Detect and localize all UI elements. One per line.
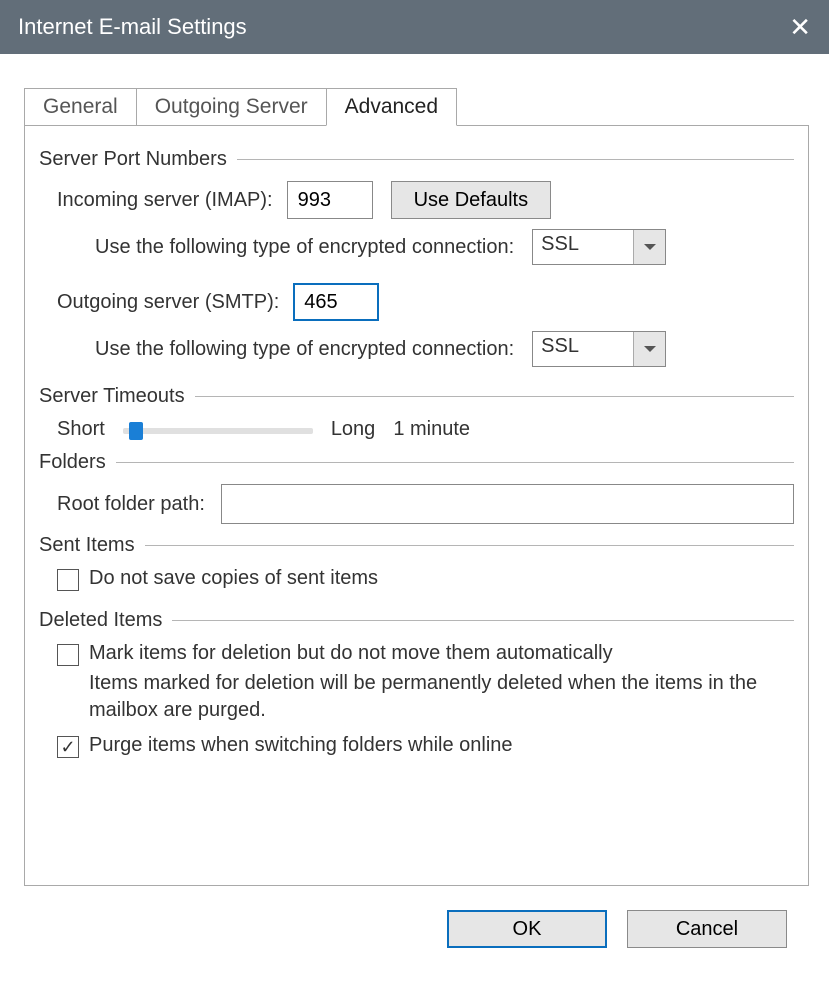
divider (145, 545, 794, 546)
tab-strip: General Outgoing Server Advanced (24, 82, 809, 126)
deletion-hint: Items marked for deletion will be perman… (89, 670, 794, 724)
divider (237, 159, 794, 160)
use-defaults-button[interactable]: Use Defaults (391, 181, 552, 219)
dont-save-sent-checkbox[interactable] (57, 569, 79, 591)
tab-advanced[interactable]: Advanced (326, 88, 457, 126)
timeout-short-label: Short (57, 418, 105, 441)
chevron-down-icon (633, 230, 665, 264)
incoming-encryption-value: SSL (533, 230, 633, 264)
dialog-footer: OK Cancel (24, 886, 809, 948)
ok-button[interactable]: OK (447, 910, 607, 948)
outgoing-encryption-value: SSL (533, 332, 633, 366)
root-folder-path-input[interactable] (221, 484, 794, 524)
server-ports-group-label: Server Port Numbers (39, 148, 227, 171)
slider-thumb[interactable] (129, 422, 143, 440)
close-icon[interactable]: ✕ (789, 12, 811, 43)
outgoing-encryption-label: Use the following type of encrypted conn… (95, 338, 514, 361)
incoming-server-label: Incoming server (IMAP): (57, 189, 273, 212)
divider (172, 620, 794, 621)
tab-outgoing-server[interactable]: Outgoing Server (136, 88, 327, 126)
outgoing-port-input[interactable] (293, 283, 379, 321)
folders-group-label: Folders (39, 451, 106, 474)
tab-general[interactable]: General (24, 88, 137, 126)
cancel-button[interactable]: Cancel (627, 910, 787, 948)
advanced-panel: Server Port Numbers Incoming server (IMA… (24, 126, 809, 886)
chevron-down-icon (633, 332, 665, 366)
divider (116, 462, 794, 463)
purge-label: Purge items when switching folders while… (89, 734, 513, 757)
root-folder-path-label: Root folder path: (57, 493, 205, 516)
timeout-value-label: 1 minute (393, 418, 470, 441)
dont-save-sent-label: Do not save copies of sent items (89, 567, 378, 590)
mark-for-deletion-checkbox[interactable] (57, 644, 79, 666)
incoming-encryption-select[interactable]: SSL (532, 229, 666, 265)
outgoing-encryption-select[interactable]: SSL (532, 331, 666, 367)
purge-checkbox[interactable] (57, 736, 79, 758)
window-title: Internet E-mail Settings (18, 14, 247, 40)
mark-for-deletion-label: Mark items for deletion but do not move … (89, 642, 613, 665)
timeout-slider[interactable] (123, 420, 313, 440)
timeout-long-label: Long (331, 418, 376, 441)
incoming-port-input[interactable] (287, 181, 373, 219)
deleted-items-group-label: Deleted Items (39, 609, 162, 632)
outgoing-server-label: Outgoing server (SMTP): (57, 291, 279, 314)
server-timeouts-group-label: Server Timeouts (39, 385, 185, 408)
divider (195, 396, 794, 397)
sent-items-group-label: Sent Items (39, 534, 135, 557)
incoming-encryption-label: Use the following type of encrypted conn… (95, 236, 514, 259)
titlebar: Internet E-mail Settings ✕ (0, 0, 829, 54)
